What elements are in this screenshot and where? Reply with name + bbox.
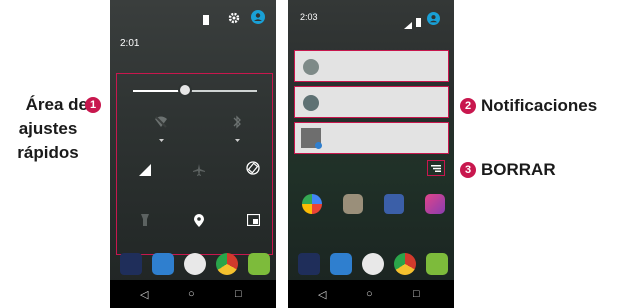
google-app-icon[interactable] — [302, 194, 322, 214]
clear-all-button[interactable] — [427, 160, 445, 176]
chrome-icon[interactable] — [394, 253, 416, 275]
battery-icon — [416, 14, 421, 32]
clear-badge: 3 — [460, 162, 476, 178]
right-phone-screen: 2:03 ◁ ○ □ — [288, 0, 454, 308]
rotation-icon[interactable] — [245, 160, 261, 176]
signal-icon[interactable] — [137, 162, 153, 178]
lightbulb-notification[interactable] — [294, 86, 449, 118]
flashlight-icon[interactable] — [137, 212, 153, 228]
clock-time: 2:01 — [120, 38, 140, 49]
screen-capture-icon[interactable] — [245, 212, 261, 228]
contacts-icon[interactable] — [152, 253, 174, 275]
clock-time: 2:03 — [300, 12, 318, 22]
chevron-down-icon[interactable] — [153, 132, 169, 148]
play-store-icon[interactable] — [343, 194, 363, 214]
left-phone-screen: 2:01 ◁ ○ □ — [110, 0, 276, 308]
screenshot-notification[interactable] — [294, 122, 449, 154]
clear-callout: BORRAR — [481, 160, 556, 179]
brightness-slider-thumb[interactable] — [178, 83, 193, 97]
apps-icon[interactable] — [184, 253, 206, 275]
home-button[interactable]: ○ — [366, 288, 373, 300]
clear-all-icon — [431, 164, 441, 172]
camera-app-icon[interactable] — [384, 194, 404, 214]
navigation-bar: ◁ ○ □ — [110, 280, 276, 308]
lightbulb-icon — [303, 95, 319, 111]
airplane-icon[interactable] — [191, 162, 207, 178]
screenshot-badge-icon — [315, 142, 322, 149]
home-button[interactable]: ○ — [188, 288, 195, 300]
quick-settings-badge: 1 — [85, 97, 101, 113]
signal-icon — [404, 16, 412, 34]
phone-icon[interactable] — [120, 253, 142, 275]
navigation-bar: ◁ ○ □ — [288, 280, 454, 308]
gallery-app-icon[interactable] — [425, 194, 445, 214]
back-button[interactable]: ◁ — [318, 288, 326, 301]
mail-notification[interactable] — [294, 50, 449, 82]
location-icon[interactable] — [191, 212, 207, 228]
recents-button[interactable]: □ — [235, 288, 242, 300]
notifications-callout: Notificaciones — [481, 96, 598, 115]
messages-icon[interactable] — [248, 253, 270, 275]
bluetooth-off-icon[interactable] — [229, 114, 245, 130]
quick-settings-label-line2: ajustes — [18, 119, 78, 138]
recents-button[interactable]: □ — [413, 288, 420, 300]
chrome-icon[interactable] — [216, 253, 238, 275]
messages-icon[interactable] — [426, 253, 448, 275]
battery-icon — [203, 12, 209, 30]
user-account-icon[interactable] — [427, 12, 440, 30]
chevron-down-icon[interactable] — [229, 132, 245, 148]
mail-icon — [303, 59, 319, 75]
wifi-off-icon[interactable] — [153, 114, 169, 130]
apps-icon[interactable] — [362, 253, 384, 275]
back-button[interactable]: ◁ — [140, 288, 148, 301]
contacts-icon[interactable] — [330, 253, 352, 275]
user-account-icon[interactable] — [251, 10, 265, 29]
quick-settings-label-line1: Área de — [25, 95, 88, 114]
notifications-badge: 2 — [460, 98, 476, 114]
gear-icon[interactable] — [228, 11, 240, 29]
quick-settings-label-line3: rápidos — [17, 143, 79, 162]
phone-icon[interactable] — [298, 253, 320, 275]
quick-settings-panel — [116, 73, 273, 255]
